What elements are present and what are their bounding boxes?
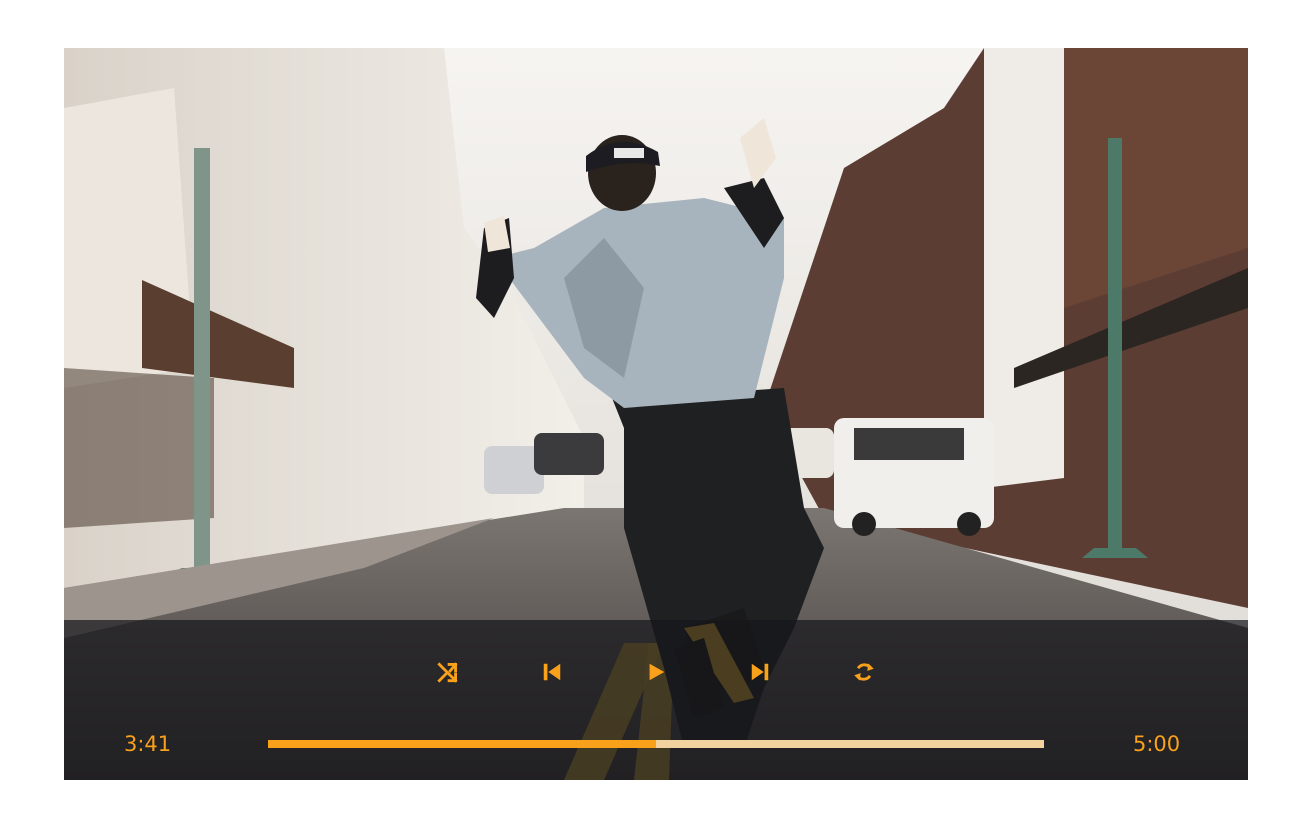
- shuffle-icon: [435, 659, 461, 685]
- skip-next-icon: [749, 661, 771, 683]
- video-player[interactable]: 3:41 5:00: [64, 48, 1248, 780]
- progress-bar[interactable]: [268, 740, 1044, 748]
- play-icon: [645, 661, 667, 683]
- previous-button[interactable]: [532, 652, 572, 692]
- progress-fill: [268, 740, 656, 748]
- repeat-button[interactable]: [844, 652, 884, 692]
- current-time: 3:41: [124, 732, 172, 756]
- next-button[interactable]: [740, 652, 780, 692]
- play-button[interactable]: [636, 652, 676, 692]
- total-time: 5:00: [1133, 732, 1181, 756]
- shuffle-button[interactable]: [428, 652, 468, 692]
- repeat-icon: [851, 659, 877, 685]
- skip-previous-icon: [541, 661, 563, 683]
- controls-bar: [64, 620, 1248, 780]
